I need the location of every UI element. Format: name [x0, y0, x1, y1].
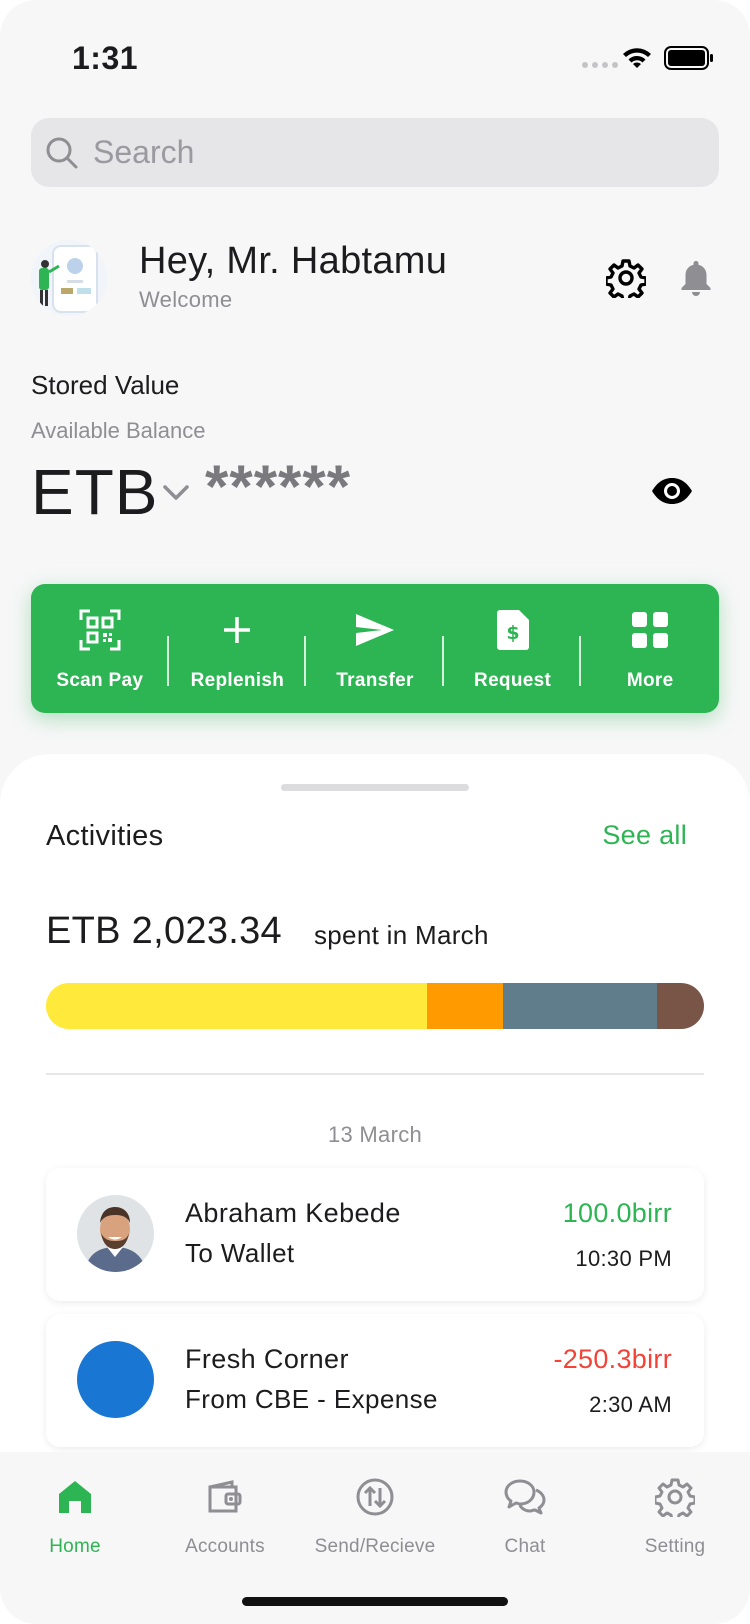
wifi-icon — [623, 48, 651, 68]
available-balance-label: Available Balance — [31, 418, 206, 443]
transaction-amount: 100.0birr — [562, 1198, 672, 1228]
profile-avatar[interactable] — [31, 240, 107, 316]
transaction-time: 10:30 PM — [575, 1246, 672, 1271]
qr-scan-icon — [79, 609, 121, 651]
signal-dots-icon — [582, 62, 618, 68]
activities-title: Activities — [46, 820, 164, 852]
gear-icon — [655, 1478, 695, 1517]
tab-setting-label: Setting — [644, 1536, 706, 1557]
spending-segment — [657, 983, 704, 1029]
battery-icon — [664, 46, 713, 70]
masked-balance: ****** — [205, 453, 352, 520]
wallet-icon — [208, 1480, 242, 1513]
transaction-name: Abraham Kebede — [185, 1198, 401, 1228]
transaction-description: To Wallet — [185, 1238, 295, 1268]
settings-gear-icon[interactable] — [606, 258, 646, 298]
contact-avatar — [77, 1195, 154, 1272]
home-icon — [59, 1481, 91, 1513]
tab-setting[interactable]: Setting — [600, 1452, 750, 1624]
transaction-time: 2:30 AM — [589, 1392, 672, 1417]
more-label: More — [626, 670, 674, 691]
scan-pay-button[interactable]: Scan Pay — [31, 584, 169, 713]
app-screen: 1:31 Search Hey, Mr. Habtamu Welcome Sto… — [0, 0, 750, 1624]
transaction-card[interactable]: Abraham Kebede To Wallet 100.0birr 10:30… — [46, 1168, 704, 1301]
search-icon — [46, 137, 78, 168]
svg-text:$: $ — [506, 622, 519, 644]
transaction-card[interactable]: Fresh Corner From CBE - Expense -250.3bi… — [46, 1314, 704, 1447]
spending-segment — [503, 983, 658, 1029]
more-button[interactable]: More — [581, 584, 719, 713]
monthly-spent-label: spent in March — [314, 920, 489, 950]
spending-breakdown-bar — [46, 983, 704, 1029]
divider — [46, 1073, 704, 1075]
eye-icon[interactable] — [650, 476, 694, 506]
monthly-spent-amount: ETB 2,023.34 — [46, 910, 282, 952]
plus-icon — [224, 617, 251, 643]
replenish-label: Replenish — [190, 670, 285, 691]
profile-illustration-icon — [31, 240, 107, 316]
grid-icon — [632, 612, 669, 648]
tab-home[interactable]: Home — [0, 1452, 150, 1624]
request-button[interactable]: $ Request — [444, 584, 582, 713]
greeting-title: Hey, Mr. Habtamu — [139, 240, 448, 282]
tab-chat-label: Chat — [504, 1536, 546, 1557]
person-photo-icon — [77, 1195, 154, 1272]
quick-actions-bar: Scan Pay Replenish Transfer $ Request Mo… — [31, 584, 719, 713]
transaction-name: Fresh Corner — [185, 1344, 349, 1374]
spending-segment — [426, 983, 504, 1029]
welcome-subtitle: Welcome — [139, 287, 233, 312]
transaction-description: From CBE - Expense — [185, 1384, 438, 1414]
transaction-amount: -250.3birr — [553, 1344, 672, 1374]
send-icon — [355, 614, 394, 646]
stored-value-title: Stored Value — [31, 370, 180, 400]
home-indicator[interactable] — [242, 1597, 508, 1606]
search-placeholder: Search — [93, 134, 195, 170]
merchant-avatar — [77, 1341, 154, 1418]
currency-selector[interactable]: ETB — [31, 455, 158, 529]
sheet-drag-handle[interactable] — [281, 784, 469, 791]
swap-icon — [356, 1478, 394, 1516]
transfer-button[interactable]: Transfer — [306, 584, 444, 713]
search-input[interactable]: Search — [31, 118, 719, 187]
scan-pay-label: Scan Pay — [56, 670, 144, 691]
date-header: 13 March — [327, 1122, 423, 1147]
notification-bell-icon[interactable] — [678, 258, 714, 298]
spending-segment — [46, 983, 427, 1029]
transfer-label: Transfer — [336, 670, 414, 691]
tab-accounts-label: Accounts — [185, 1536, 265, 1557]
request-label: Request — [474, 670, 552, 691]
replenish-button[interactable]: Replenish — [169, 584, 307, 713]
status-bar: 1:31 — [0, 0, 750, 110]
dollar-document-icon: $ — [496, 610, 529, 650]
see-all-link[interactable]: See all — [602, 820, 687, 851]
status-time: 1:31 — [72, 40, 139, 76]
chevron-down-icon[interactable] — [162, 484, 190, 502]
tab-send-receive-label: Send/Recieve — [314, 1536, 436, 1557]
chat-icon — [504, 1479, 546, 1515]
tab-home-label: Home — [49, 1536, 101, 1557]
